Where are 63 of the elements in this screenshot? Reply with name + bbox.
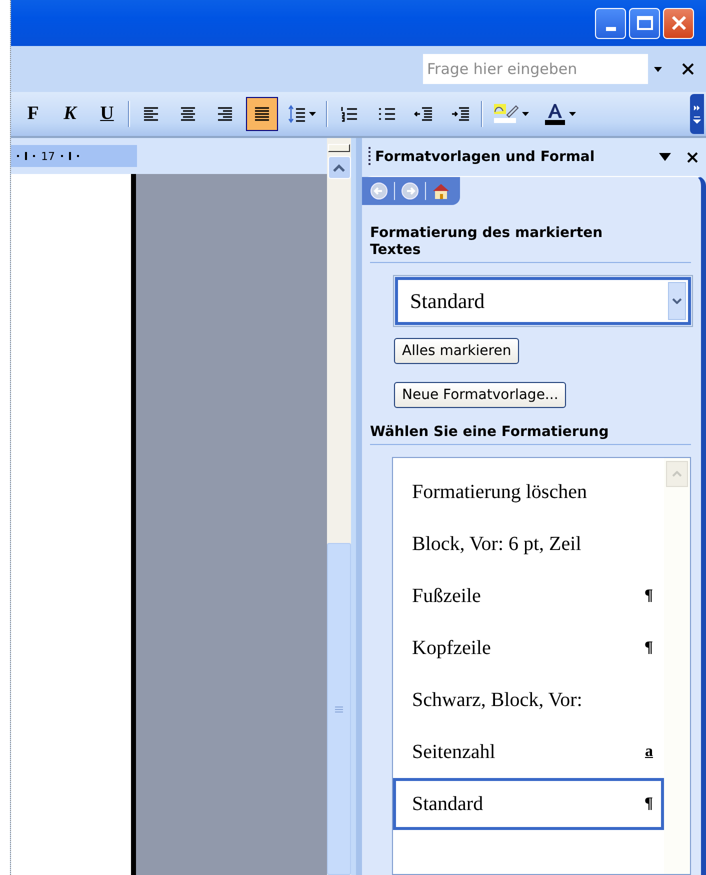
pane-button[interactable]: Neue Formatvorlage... bbox=[394, 382, 566, 408]
task-pane-title: Formatvorlagen und Formal bbox=[375, 149, 596, 165]
grip-icon bbox=[335, 706, 343, 712]
character-style-mark: a bbox=[645, 743, 653, 761]
ruler-tick-icon bbox=[61, 155, 63, 157]
ruler-tick-icon bbox=[77, 155, 79, 157]
close-button[interactable] bbox=[663, 8, 694, 38]
ruler-tick-icon bbox=[17, 155, 19, 157]
align-center-icon bbox=[178, 105, 198, 123]
style-item[interactable]: Block, Vor: 6 pt, Zeil bbox=[393, 518, 664, 570]
caret-down-icon bbox=[672, 298, 682, 304]
maximize-icon bbox=[636, 16, 652, 30]
home-icon[interactable] bbox=[432, 182, 450, 200]
maximize-button[interactable] bbox=[629, 8, 660, 38]
style-item[interactable]: Seitenzahl a bbox=[393, 726, 664, 778]
scroll-thumb[interactable] bbox=[327, 543, 351, 875]
forward-icon[interactable] bbox=[401, 182, 419, 200]
italic-button[interactable]: K bbox=[54, 97, 86, 131]
close-icon[interactable] bbox=[682, 63, 694, 75]
align-left-icon bbox=[142, 105, 160, 123]
section-heading: Wählen Sie eine Formatierung bbox=[370, 424, 691, 445]
chevron-icon bbox=[693, 103, 701, 125]
style-item[interactable]: Kopfzeile ¶ bbox=[393, 622, 664, 674]
section-heading: Formatierung des markierten Textes bbox=[370, 225, 691, 263]
align-right-icon bbox=[216, 105, 234, 123]
toolbar-options-button[interactable] bbox=[690, 94, 704, 134]
pane-button[interactable]: Alles markieren bbox=[394, 338, 520, 364]
caret-down-icon bbox=[309, 112, 316, 116]
dropdown-arrow-icon[interactable] bbox=[659, 153, 671, 161]
caret-down-icon bbox=[569, 112, 576, 116]
font-color-icon bbox=[544, 103, 566, 125]
style-item[interactable]: Standard ¶ bbox=[393, 778, 664, 830]
decrease-indent-icon bbox=[414, 105, 432, 123]
paragraph-style-mark: ¶ bbox=[644, 639, 653, 657]
minimize-button[interactable] bbox=[595, 8, 626, 38]
minimize-icon bbox=[606, 27, 616, 31]
split-handle[interactable] bbox=[328, 144, 350, 152]
close-icon[interactable] bbox=[687, 152, 698, 162]
caret-up-icon bbox=[672, 471, 682, 477]
style-item[interactable]: Schwarz, Block, Vor: bbox=[393, 674, 664, 726]
style-item[interactable]: Fußzeile ¶ bbox=[393, 570, 664, 622]
help-search-field[interactable]: Frage hier eingeben bbox=[423, 54, 648, 84]
justify-icon bbox=[252, 105, 272, 123]
highlighter-icon bbox=[493, 103, 519, 125]
ruler-tick-icon bbox=[33, 155, 35, 157]
current-style-dropdown[interactable]: Standard bbox=[395, 277, 691, 325]
ruler-tick-icon bbox=[25, 152, 27, 160]
caret-down-icon bbox=[522, 112, 529, 116]
caret-up-icon bbox=[333, 164, 345, 172]
back-icon[interactable] bbox=[370, 182, 388, 200]
ruler-number: 17 bbox=[41, 150, 55, 162]
grip-icon bbox=[368, 147, 371, 167]
justify-button[interactable] bbox=[246, 97, 278, 131]
ruler-tick-icon bbox=[69, 152, 71, 160]
paragraph-style-mark: ¶ bbox=[644, 587, 653, 605]
style-item[interactable]: Formatierung löschen bbox=[393, 466, 664, 518]
close-icon bbox=[670, 15, 686, 31]
paragraph-style-mark: ¶ bbox=[644, 795, 653, 813]
bold-button[interactable]: F bbox=[17, 97, 49, 131]
line-spacing-icon bbox=[288, 104, 306, 124]
increase-indent-icon bbox=[450, 105, 470, 123]
numbered-list-icon bbox=[340, 105, 358, 123]
underline-button[interactable]: U bbox=[91, 97, 123, 131]
